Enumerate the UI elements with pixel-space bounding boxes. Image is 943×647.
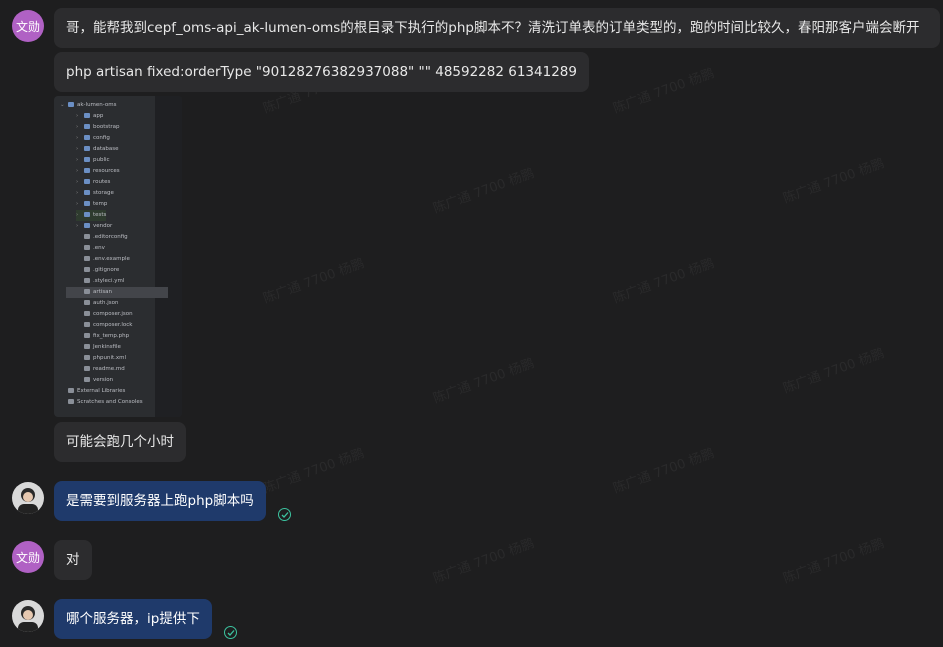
tree-item: › database: [76, 146, 119, 152]
watermark-text: 陈广通 7700 杨鹏: [611, 446, 717, 497]
image-attachment[interactable]: ⌄ ak-lumen-oms › app › bootstrap › config › datab…: [54, 96, 182, 417]
message-bubble[interactable]: 对: [54, 540, 92, 580]
tree-item: › tests: [76, 210, 107, 221]
tree-item: readme.md: [84, 364, 125, 375]
tree-item: › temp: [76, 201, 108, 207]
message-text: 可能会跑几个小时: [66, 434, 174, 450]
tree-item: Scratches and Consoles: [68, 397, 143, 408]
tree-item: composer.lock: [84, 320, 132, 331]
avatar[interactable]: [12, 600, 44, 632]
avatar[interactable]: 文勋: [12, 10, 44, 42]
watermark-text: 陈广通 7700 杨鹏: [431, 166, 537, 217]
tree-item: › vendor: [76, 223, 113, 229]
tree-item: artisan: [66, 287, 168, 298]
tree-item: .gitignore: [84, 265, 119, 276]
message-bubble[interactable]: 是需要到服务器上跑php脚本吗: [54, 481, 266, 521]
watermark-text: 陈广通 7700 杨鹏: [611, 256, 717, 307]
tree-item: › resources: [76, 168, 120, 174]
avatar[interactable]: 文勋: [12, 541, 44, 573]
read-check-icon: [278, 508, 291, 521]
user-photo-icon: [18, 488, 38, 514]
tree-root: ⌄ ak-lumen-oms: [60, 102, 117, 108]
tree-item: .styleci.yml: [84, 276, 124, 287]
watermark-text: 陈广通 7700 杨鹏: [781, 536, 887, 587]
message-bubble[interactable]: 哥，能帮我到cepf_oms-api_ak-lumen-oms的根目录下执行的p…: [54, 8, 940, 48]
avatar-name: 文勋: [15, 19, 40, 34]
tree-item: › storage: [76, 190, 114, 196]
avatar[interactable]: [12, 482, 44, 514]
tree-item: .env: [84, 243, 105, 254]
user-photo-icon: [18, 606, 38, 632]
message-text: 对: [66, 552, 80, 568]
message-bubble[interactable]: 哪个服务器，ip提供下: [54, 599, 212, 639]
watermark-text: 陈广通 7700 杨鹏: [431, 356, 537, 407]
message-text: php artisan fixed:orderType "90128276382…: [66, 64, 577, 80]
tree-item: composer.json: [84, 309, 133, 320]
line-number-gutter: [155, 96, 182, 417]
message-text: 是需要到服务器上跑php脚本吗: [66, 493, 254, 509]
tree-item: › config: [76, 135, 110, 141]
watermark-text: 陈广通 7700 杨鹏: [261, 256, 367, 307]
avatar-name: 文勋: [15, 550, 40, 565]
watermark-text: 陈广通 7700 杨鹏: [261, 446, 367, 497]
watermark-text: 陈广通 7700 杨鹏: [781, 346, 887, 397]
tree-item: .editorconfig: [84, 232, 128, 243]
read-check-icon: [224, 626, 237, 639]
watermark-text: 陈广通 7700 杨鹏: [611, 66, 717, 117]
message-text: 哪个服务器，ip提供下: [66, 611, 200, 627]
tree-item: version: [84, 375, 113, 386]
watermark-text: 陈广通 7700 杨鹏: [431, 536, 537, 587]
tree-item: › routes: [76, 179, 111, 185]
message-bubble[interactable]: 可能会跑几个小时: [54, 422, 186, 462]
watermark-text: 陈广通 7700 杨鹏: [781, 156, 887, 207]
tree-item: phpunit.xml: [84, 353, 126, 364]
tree-item: Jenkinsfile: [84, 342, 121, 353]
message-text: 哥，能帮我到cepf_oms-api_ak-lumen-oms的根目录下执行的p…: [66, 20, 920, 36]
tree-item: fix_temp.php: [84, 331, 129, 342]
tree-item: External Libraries: [68, 386, 125, 397]
message-bubble[interactable]: php artisan fixed:orderType "90128276382…: [54, 52, 589, 92]
tree-item: › bootstrap: [76, 124, 120, 130]
tree-item: › public: [76, 157, 110, 163]
tree-item: .env.example: [84, 254, 130, 265]
tree-item: auth.json: [84, 298, 119, 309]
tree-item: › app: [76, 113, 104, 119]
